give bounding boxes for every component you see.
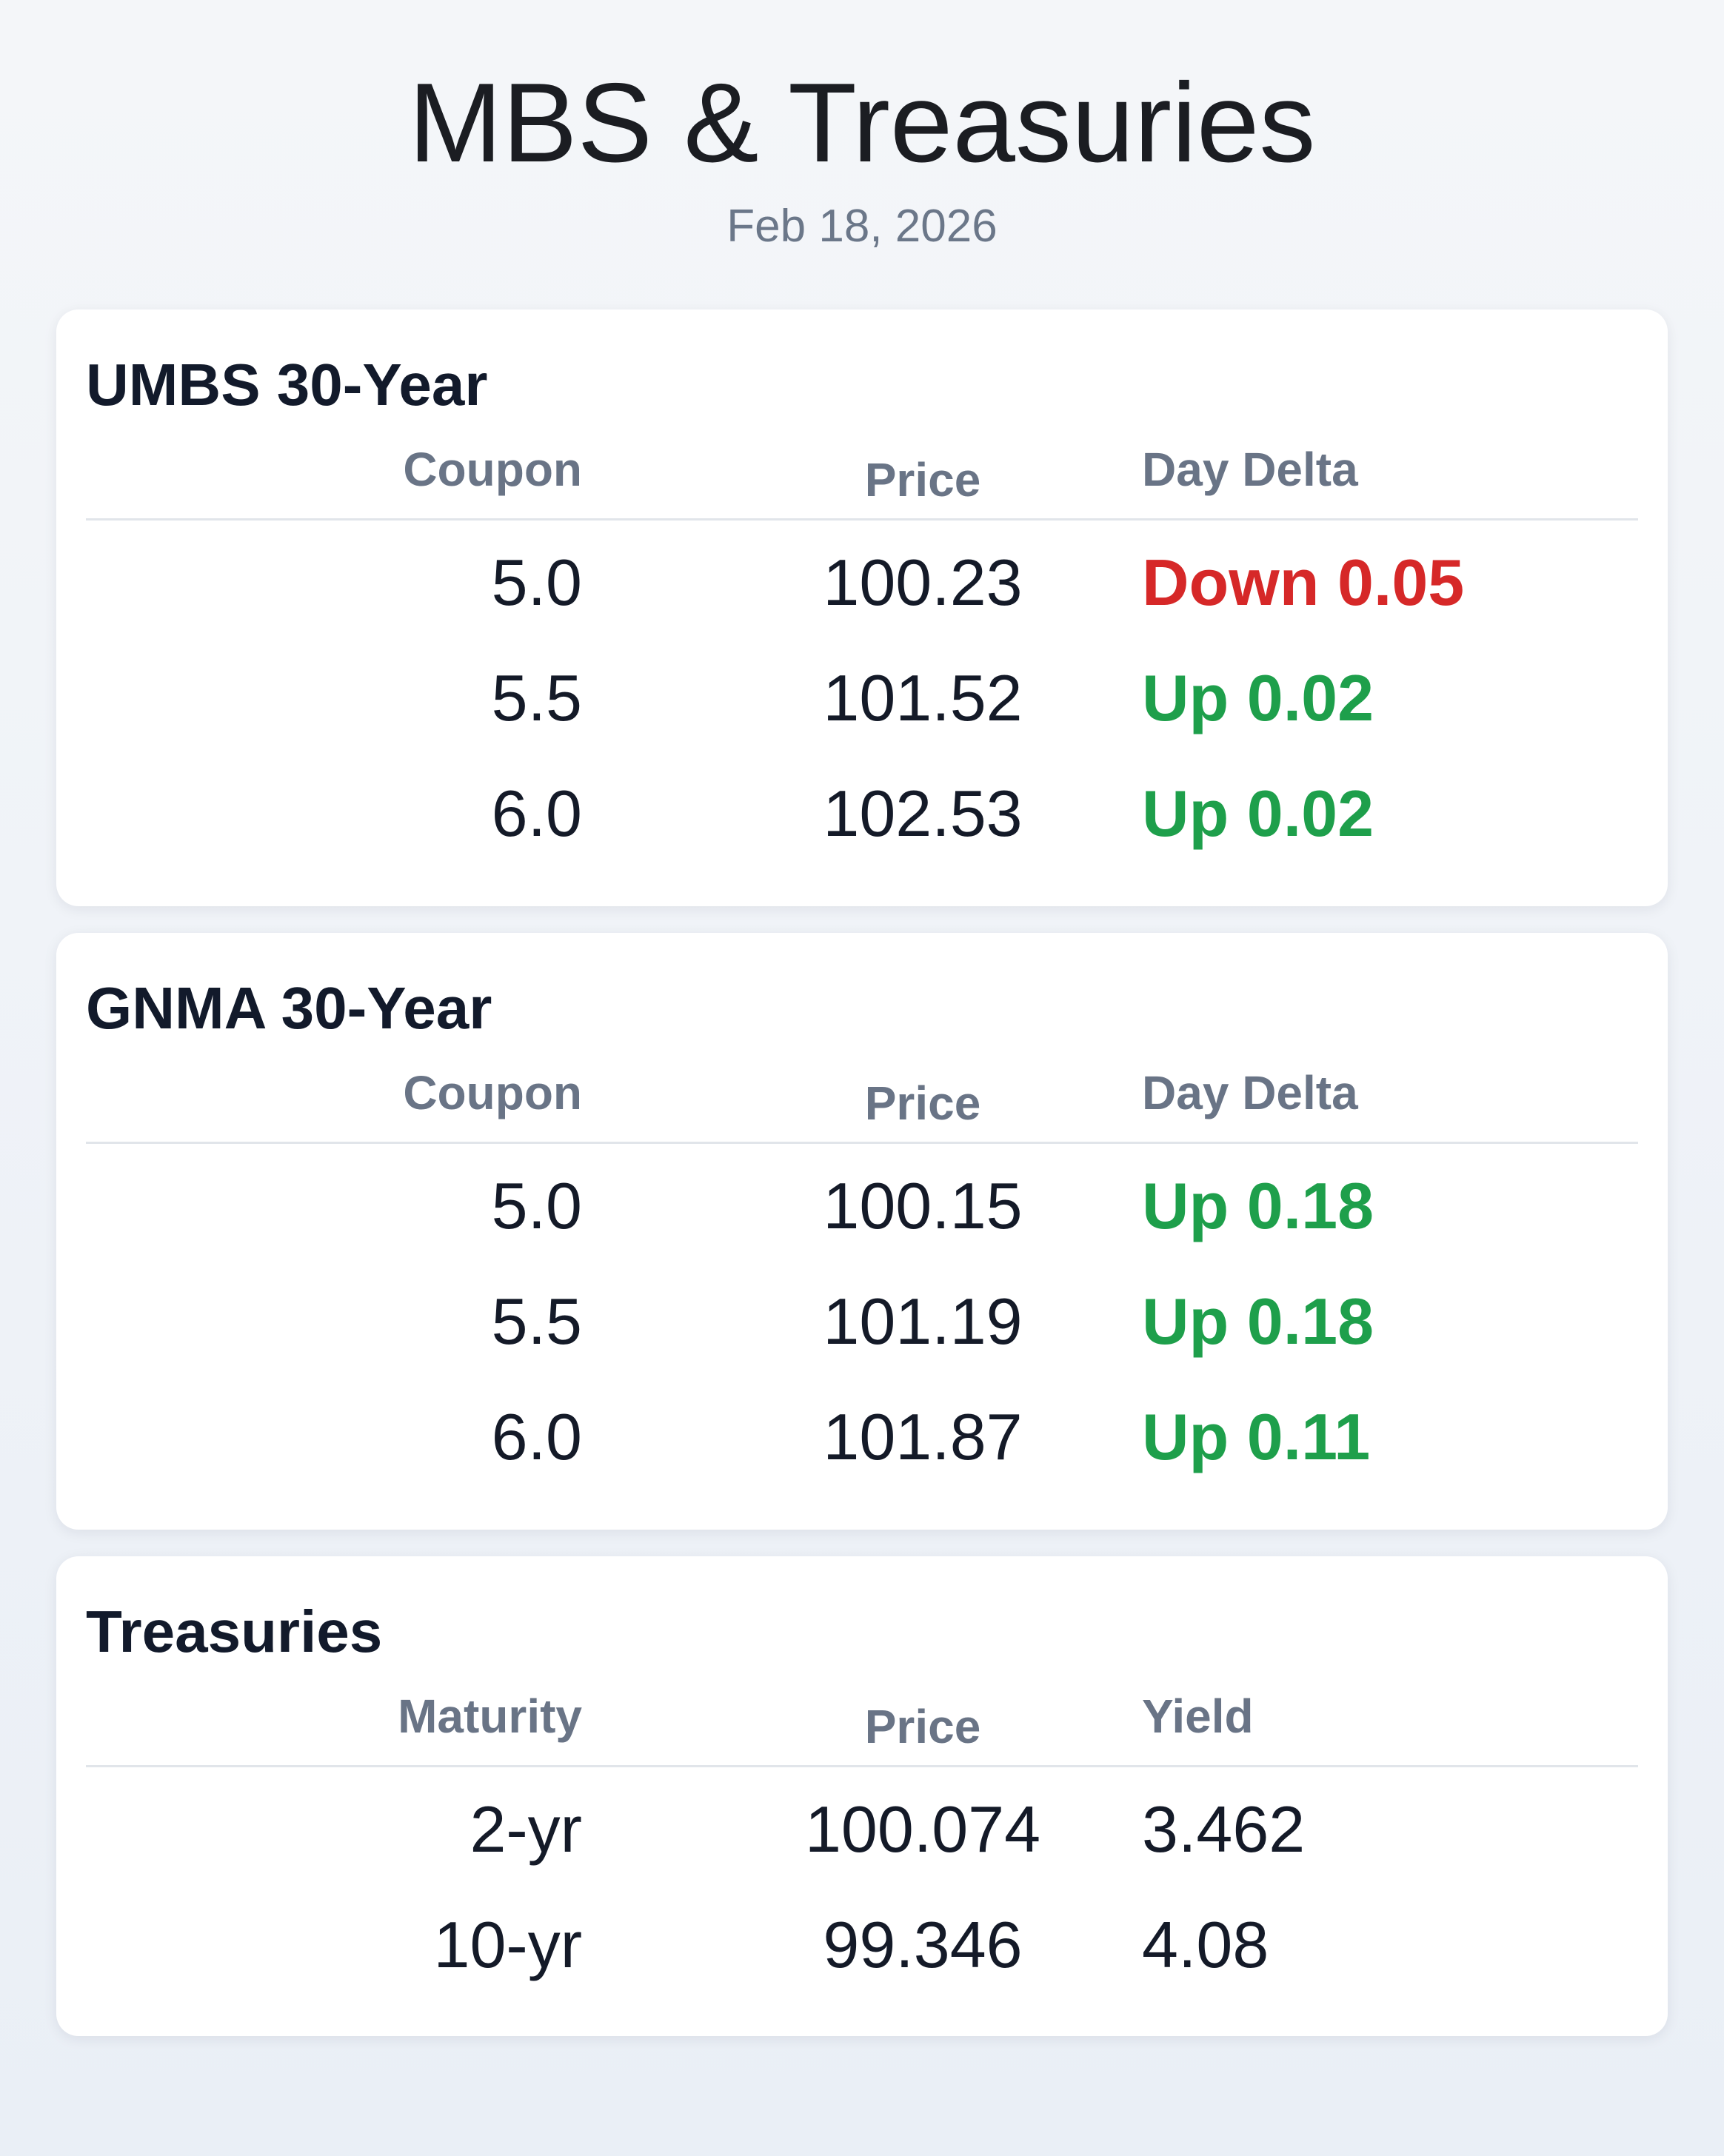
coupon-cell: 5.5 bbox=[491, 1285, 582, 1358]
maturity-cell: 10-yr bbox=[433, 1908, 583, 1981]
column-header-price: Price bbox=[864, 1077, 981, 1130]
table-row: 10-yr 99.346 4.08 bbox=[56, 1888, 1668, 2003]
page-title: MBS & Treasuries bbox=[408, 60, 1316, 186]
day-delta-cell: Up 0.18 bbox=[1142, 1169, 1374, 1242]
price-cell: 100.15 bbox=[823, 1169, 1023, 1242]
coupon-cell: 6.0 bbox=[491, 1400, 582, 1473]
price-cell: 101.87 bbox=[823, 1400, 1023, 1473]
day-delta-cell: Up 0.02 bbox=[1142, 661, 1374, 734]
table-row: 6.0 101.87 Up 0.11 bbox=[56, 1380, 1668, 1496]
yield-cell: 3.462 bbox=[1142, 1792, 1306, 1866]
column-header-price: Price bbox=[864, 1700, 981, 1753]
table-row: 5.5 101.52 Up 0.02 bbox=[56, 641, 1668, 757]
coupon-cell: 5.5 bbox=[491, 661, 582, 734]
page-date: Feb 18, 2026 bbox=[726, 201, 998, 252]
coupon-cell: 5.0 bbox=[491, 546, 582, 619]
price-cell: 101.52 bbox=[823, 661, 1023, 734]
coupon-cell: 5.0 bbox=[491, 1169, 582, 1242]
column-header-yield: Yield bbox=[1142, 1690, 1254, 1743]
price-cell: 100.074 bbox=[804, 1792, 1041, 1866]
table-row: 5.5 101.19 Up 0.18 bbox=[56, 1265, 1668, 1380]
card-title: Treasuries bbox=[86, 1598, 383, 1664]
column-header-day-delta: Day Delta bbox=[1142, 1066, 1358, 1119]
card-title: GNMA 30-Year bbox=[86, 975, 492, 1041]
column-header-price: Price bbox=[864, 453, 981, 506]
column-header-coupon: Coupon bbox=[403, 1066, 582, 1119]
yield-cell: 4.08 bbox=[1142, 1908, 1269, 1981]
card-title: UMBS 30-Year bbox=[86, 352, 488, 418]
day-delta-cell: Up 0.18 bbox=[1142, 1285, 1374, 1358]
coupon-cell: 6.0 bbox=[491, 777, 582, 850]
day-delta-cell: Up 0.11 bbox=[1142, 1400, 1371, 1473]
price-cell: 99.346 bbox=[823, 1908, 1023, 1981]
maturity-cell: 2-yr bbox=[470, 1792, 582, 1866]
table-row: 2-yr 100.074 3.462 bbox=[56, 1772, 1668, 1888]
header-divider bbox=[86, 1765, 1638, 1767]
day-delta-cell: Down 0.05 bbox=[1142, 546, 1465, 619]
column-header-maturity: Maturity bbox=[398, 1690, 582, 1743]
treasuries-card: Treasuries Maturity Price Yield 2-yr 100… bbox=[56, 1556, 1668, 2036]
price-cell: 100.23 bbox=[823, 546, 1023, 619]
table-row: 6.0 102.53 Up 0.02 bbox=[56, 757, 1668, 872]
table-row: 5.0 100.23 Down 0.05 bbox=[56, 526, 1668, 641]
gnma-card: GNMA 30-Year Coupon Price Day Delta 5.0 … bbox=[56, 933, 1668, 1530]
header-divider bbox=[86, 1142, 1638, 1144]
day-delta-cell: Up 0.02 bbox=[1142, 777, 1374, 850]
price-cell: 101.19 bbox=[823, 1285, 1023, 1358]
table-row: 5.0 100.15 Up 0.18 bbox=[56, 1149, 1668, 1265]
price-cell: 102.53 bbox=[823, 777, 1023, 850]
column-header-day-delta: Day Delta bbox=[1142, 443, 1358, 496]
header-divider bbox=[86, 518, 1638, 520]
column-header-coupon: Coupon bbox=[403, 443, 582, 496]
umbs-card: UMBS 30-Year Coupon Price Day Delta 5.0 … bbox=[56, 309, 1668, 906]
